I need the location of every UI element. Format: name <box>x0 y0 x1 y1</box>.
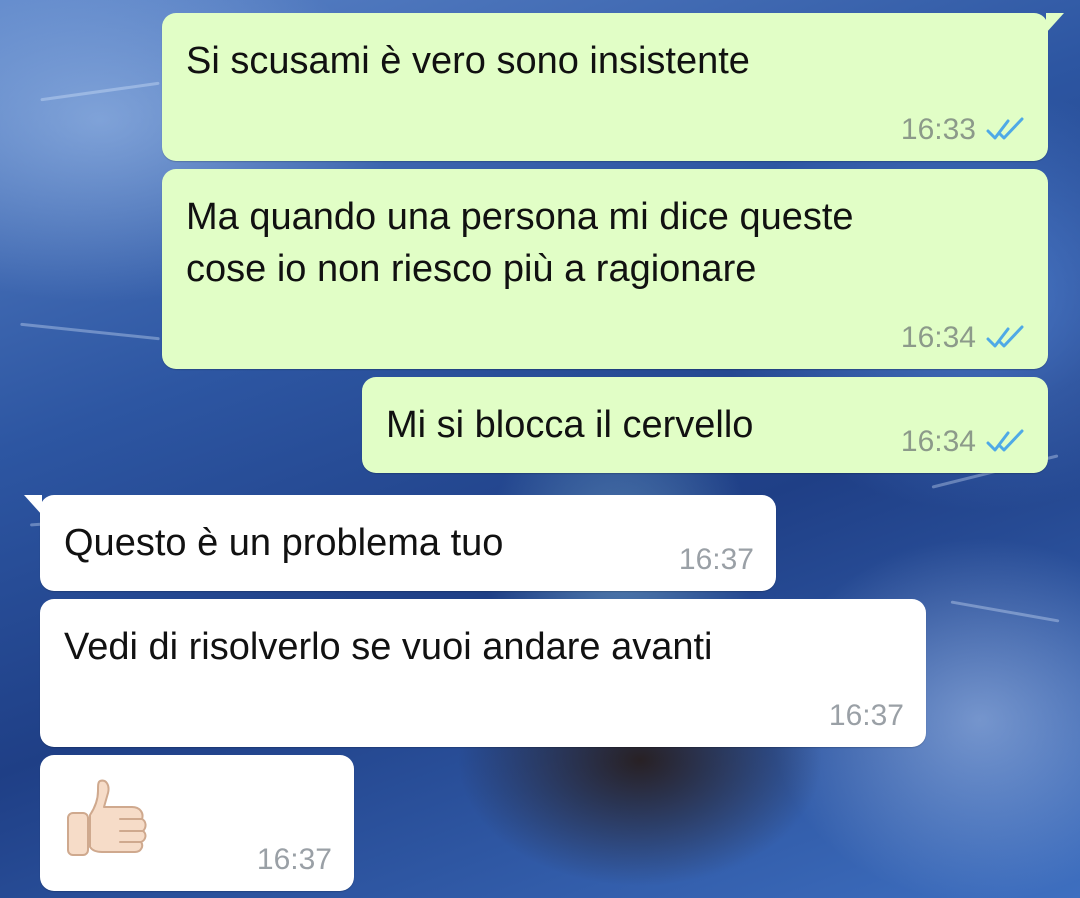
message-meta: 16:34 <box>901 425 1026 459</box>
message-text: Vedi di risolverlo se vuoi andare avanti <box>64 626 713 668</box>
message-time: 16:37 <box>256 843 332 876</box>
message-bubble-incoming[interactable]: Questo è un problema tuo 16:37 <box>24 495 776 591</box>
double-check-read-icon <box>986 117 1024 140</box>
message-text: Ma quando una persona mi dice queste cos… <box>186 196 854 290</box>
message-bubble-incoming[interactable]: Vedi di risolverlo se vuoi andare avanti… <box>40 599 926 747</box>
double-check-read-icon <box>986 325 1024 348</box>
message-list[interactable]: Si scusami è vero sono insistente 16:33 … <box>0 0 1080 898</box>
message-bubble-outgoing[interactable]: Mi si blocca il cervello 16:34 <box>362 377 1048 473</box>
message-bubble-outgoing[interactable]: Si scusami è vero sono insistente 16:33 <box>162 13 1064 161</box>
thumbs-up-icon <box>67 779 147 856</box>
double-check-read-icon <box>986 429 1024 452</box>
message-time: 16:33 <box>900 113 976 146</box>
message-text: Si scusami è vero sono insistente <box>186 40 750 82</box>
message-text: Mi si blocca il cervello <box>386 404 754 446</box>
message-meta: 16:37 <box>257 843 332 877</box>
message-time: 16:34 <box>900 425 976 458</box>
message-time: 16:34 <box>900 321 976 354</box>
message-meta: 16:34 <box>901 321 1026 355</box>
message-meta: 16:37 <box>829 699 904 733</box>
message-text: Questo è un problema tuo <box>64 522 504 564</box>
message-bubble-incoming[interactable]: 16:37 <box>40 755 354 891</box>
message-bubble-outgoing[interactable]: Ma quando una persona mi dice queste cos… <box>162 169 1048 369</box>
message-time: 16:37 <box>678 543 754 576</box>
message-time: 16:37 <box>828 699 904 732</box>
message-meta: 16:33 <box>901 113 1026 147</box>
message-meta: 16:37 <box>679 543 754 577</box>
